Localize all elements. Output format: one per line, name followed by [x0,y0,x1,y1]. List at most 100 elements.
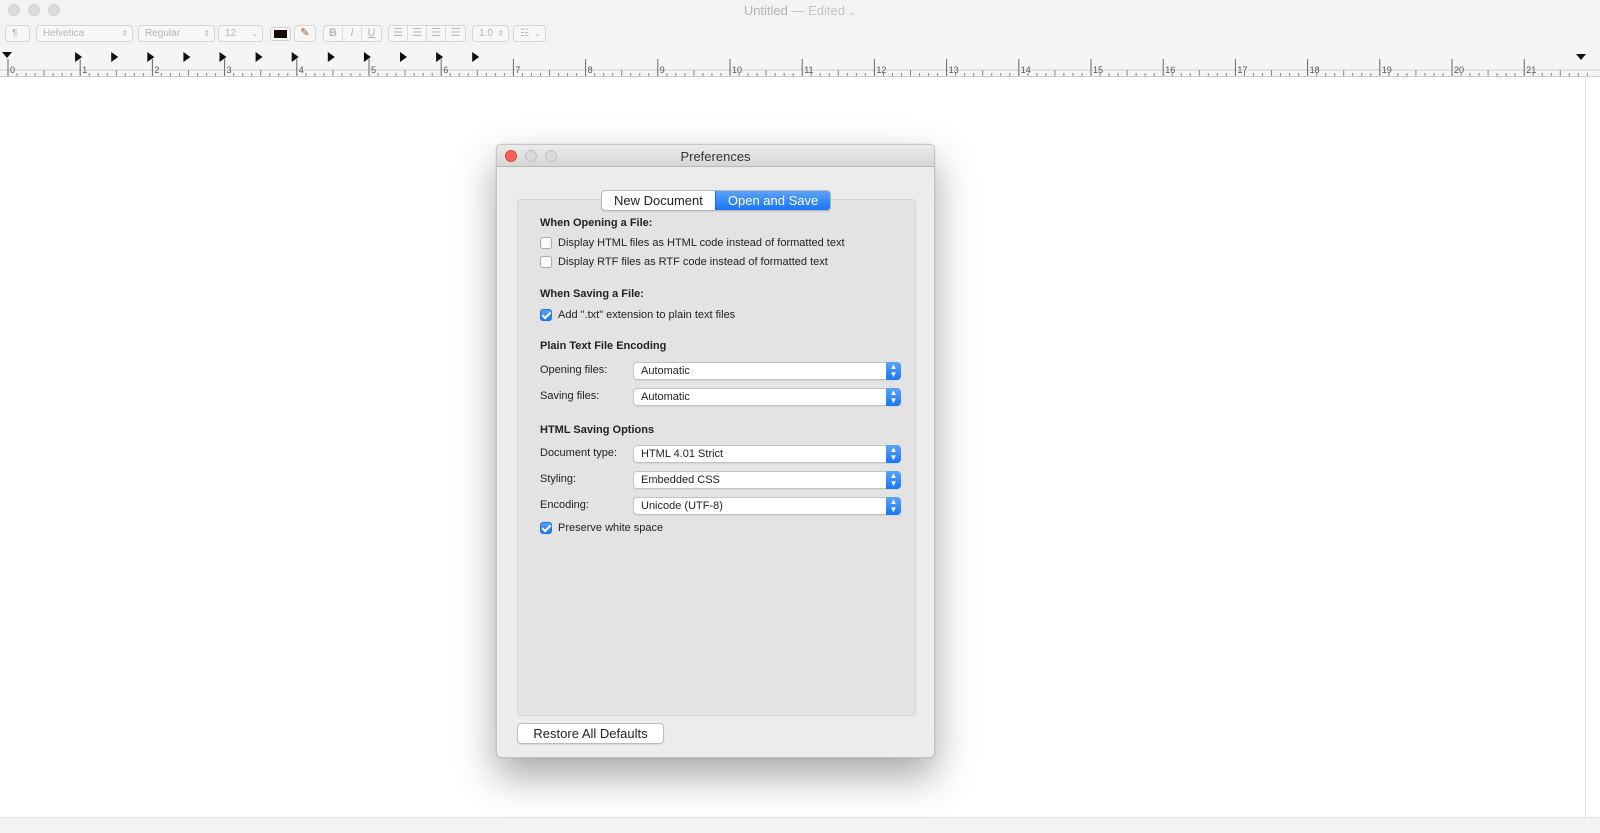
tab-stop-marker[interactable] [219,52,227,62]
html-as-code-checkbox[interactable] [540,237,552,249]
chevron-down-icon: ⌄ [848,7,857,17]
styling-value: Embedded CSS [641,474,720,486]
preserve-whitespace-row[interactable]: Preserve white space [540,522,663,534]
ruler-label: 1 [82,65,87,75]
font-family-popup[interactable]: Helvetica ⇕ [36,25,133,42]
saving-files-popup[interactable]: Automatic ▲ ▼ [633,388,901,406]
ruler-scale: 0 1 2 3 4 5 6 7 8 9 10 11 12 13 14 15 16 17 18 19 20 21 [0,52,1600,76]
ruler-label: 8 [588,65,593,75]
saving-files-label: Saving files: [540,390,600,402]
line-spacing-popup[interactable]: 1.0 ⇕ [472,25,509,42]
restore-defaults-button[interactable]: Restore All Defaults [517,723,664,744]
ruler-label: 2 [154,65,159,75]
html-as-code-row[interactable]: Display HTML files as HTML code instead … [540,237,845,249]
tab-stop-marker[interactable] [111,52,119,62]
updown-arrows-icon: ▲ ▼ [886,471,901,489]
tab-stop-marker[interactable] [147,52,155,62]
preferences-window: Preferences New Document Open and Save W… [496,144,935,758]
html-options-heading: HTML Saving Options [540,424,655,436]
ruler-label: 6 [443,65,448,75]
saving-heading: When Saving a File: [540,288,644,300]
tab-open-and-save[interactable]: Open and Save [714,191,831,210]
add-txt-extension-checkbox[interactable] [540,309,552,321]
list-style-popup[interactable]: ☷ ⌄ [513,25,546,42]
tab-stop-marker[interactable] [363,52,371,62]
ruler-label: 11 [804,65,813,75]
updown-arrows-icon: ▲ ▼ [886,497,901,515]
add-txt-extension-row[interactable]: Add ".txt" extension to plain text files [540,309,735,321]
rtf-as-code-row[interactable]: Display RTF files as RTF code instead of… [540,256,828,268]
styling-label: Styling: [540,473,577,485]
ruler[interactable]: 0 1 2 3 4 5 6 7 8 9 10 11 12 13 14 15 16 17 18 19 20 21 [0,46,1600,77]
ruler-label: 20 [1454,65,1464,75]
opening-files-popup[interactable]: Automatic ▲ ▼ [633,362,901,380]
font-style-popup[interactable]: Regular ⇕ [138,25,215,42]
ruler-label: 3 [227,65,232,75]
format-toolbar: ¶ Helvetica ⇕ Regular ⇕ 12 ⌄ ✎ B I U ☰ ☰… [0,22,1600,46]
html-encoding-popup[interactable]: Unicode (UTF-8) ▲ ▼ [633,497,901,515]
text-color-swatch [274,30,287,38]
opening-files-value: Automatic [641,365,690,377]
document-type-value: HTML 4.01 Strict [641,448,724,460]
line-spacing-value: 1.0 [479,28,493,39]
document-name: Untitled [743,3,788,18]
tab-stop-marker[interactable] [255,52,263,62]
preferences-tabs: New Document Open and Save [601,190,832,211]
updown-arrows-icon: ⇕ [121,29,128,38]
font-size-combo[interactable]: 12 ⌄ [218,25,263,42]
add-txt-extension-label: Add ".txt" extension to plain text files [558,309,736,321]
window-title[interactable]: Untitled — Edited ⌄ [0,3,1600,18]
ruler-label: 7 [515,65,520,75]
highlighter-icon: ✎ [300,27,310,39]
preserve-whitespace-checkbox[interactable] [540,522,552,534]
html-encoding-value: Unicode (UTF-8) [641,500,723,512]
updown-arrows-icon: ▲ ▼ [886,388,901,406]
font-size-value: 12 [225,28,237,39]
window-bottom-edge [0,817,1600,833]
tab-new-document[interactable]: New Document [602,191,715,210]
underline-button[interactable]: U [362,26,381,41]
html-as-code-label: Display HTML files as HTML code instead … [558,237,845,249]
align-right-icon[interactable]: ☰ [427,26,446,41]
styling-popup[interactable]: Embedded CSS ▲ ▼ [633,471,901,489]
justify-icon[interactable]: ☰ [446,26,465,41]
bold-button[interactable]: B [324,26,343,41]
ruler-label: 4 [299,65,304,75]
tab-stop-marker[interactable] [327,52,335,62]
ruler-label: 5 [371,65,376,75]
edited-status: — Edited [791,3,845,18]
list-bullets-icon: ☷ [520,28,529,39]
right-indent-marker[interactable] [1576,54,1586,60]
chevron-down-icon: ⌄ [251,29,258,38]
align-center-icon[interactable]: ☰ [408,26,427,41]
tab-stop-marker[interactable] [472,52,480,62]
tab-stop-marker[interactable] [436,52,444,62]
updown-arrows-icon: ⇕ [203,29,210,38]
font-family-value: Helvetica [43,28,85,39]
font-style-value: Regular [145,28,181,39]
paragraph-icon: ¶ [12,28,18,39]
chevron-down-icon: ⌄ [534,29,541,38]
ruler-label: 14 [1021,65,1031,75]
rtf-as-code-checkbox[interactable] [540,256,552,268]
highlight-color-well[interactable]: ✎ [294,25,316,42]
updown-arrows-icon: ▲ ▼ [886,362,901,380]
ruler-label: 17 [1237,65,1247,75]
document-type-label: Document type: [540,447,618,459]
ruler-label: 19 [1382,65,1392,75]
updown-arrows-icon: ▲ ▼ [886,445,901,463]
text-style-group: B I U [323,25,382,42]
text-color-well[interactable] [270,27,291,41]
tab-stop-marker[interactable] [183,52,191,62]
tab-stop-marker[interactable] [291,52,299,62]
tab-stop-marker[interactable] [400,52,407,62]
tab-stop-marker[interactable] [75,52,83,62]
align-left-icon[interactable]: ☰ [389,26,408,41]
document-type-popup[interactable]: HTML 4.01 Strict ▲ ▼ [633,445,901,463]
ruler-label: 12 [876,65,886,75]
paragraph-style-popup[interactable]: ¶ [5,25,30,42]
ruler-label: 0 [10,65,15,75]
italic-button[interactable]: I [343,26,362,41]
left-indent-marker[interactable] [2,52,12,58]
opening-heading: When Opening a File: [540,217,653,229]
